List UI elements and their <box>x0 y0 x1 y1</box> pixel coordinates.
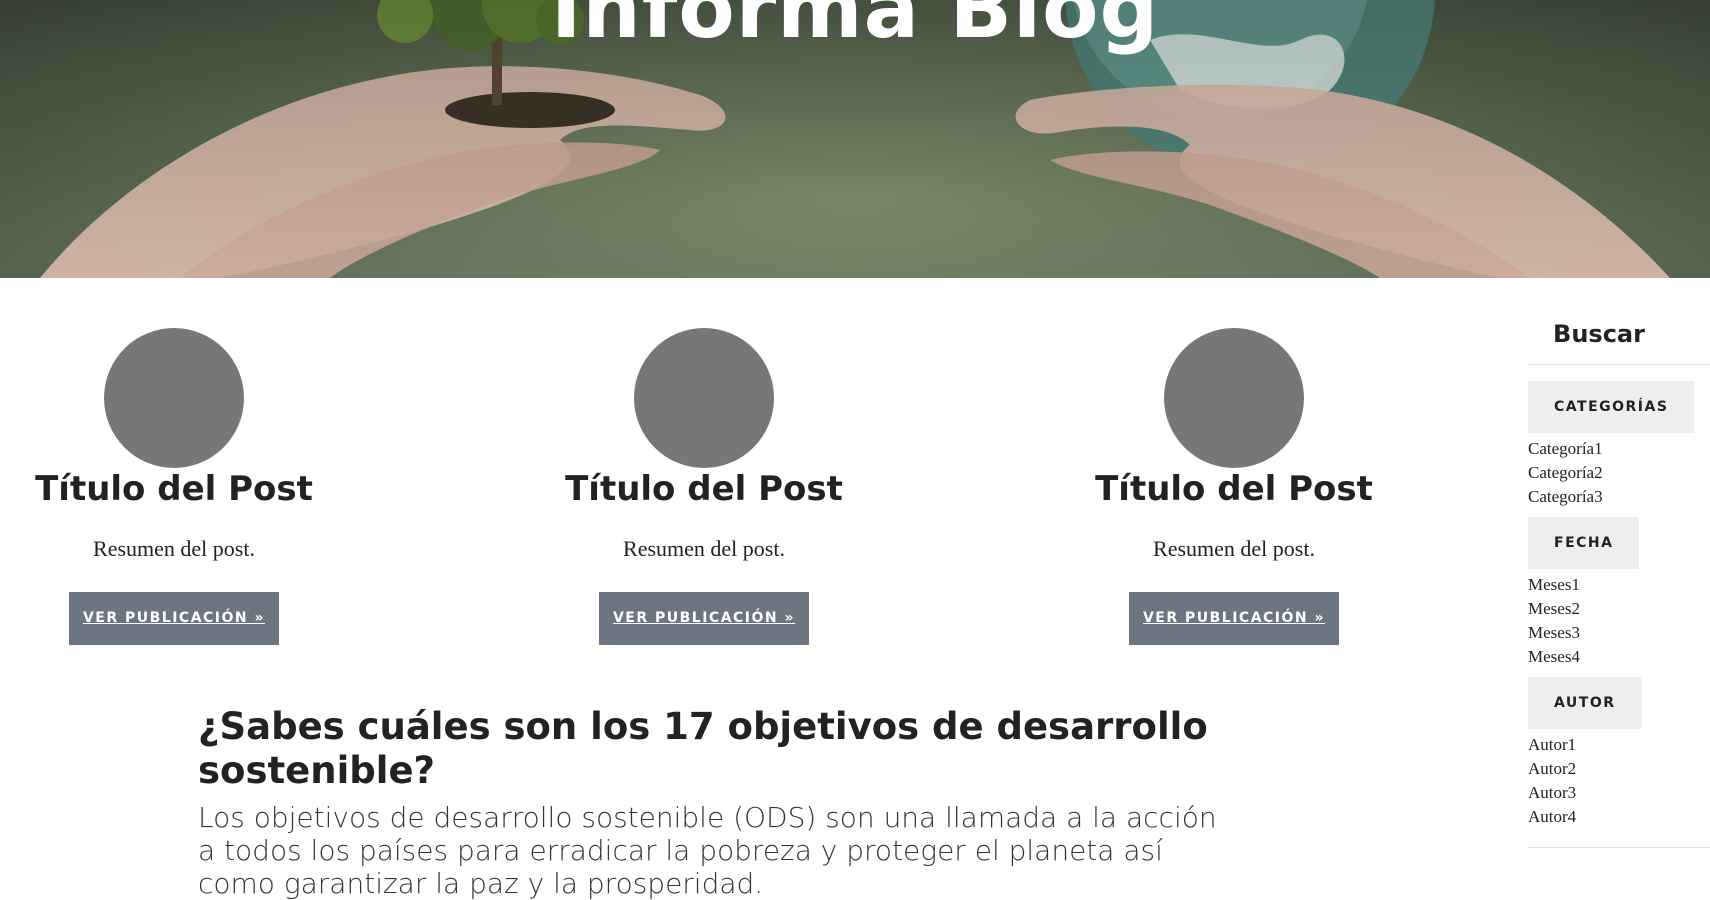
search-link[interactable]: Buscar <box>1528 320 1670 348</box>
month-link[interactable]: Meses1 <box>1528 573 1710 597</box>
month-link[interactable]: Meses2 <box>1528 597 1710 621</box>
sidebar-section-date: FECHA <box>1528 517 1640 569</box>
post-card: Título del Post Resumen del post. VER PU… <box>1084 328 1384 645</box>
author-link[interactable]: Autor2 <box>1528 757 1710 781</box>
category-link[interactable]: Categoría3 <box>1528 485 1710 509</box>
view-post-button[interactable]: VER PUBLICACIÓN » <box>599 592 809 645</box>
post-summary: Resumen del post. <box>1153 536 1315 561</box>
divider <box>1528 847 1710 848</box>
date-list: Meses1 Meses2 Meses3 Meses4 <box>1528 573 1710 669</box>
sidebar-section-author: AUTOR <box>1528 677 1642 729</box>
post-summary: Resumen del post. <box>623 536 785 561</box>
post-card: Título del Post Resumen del post. VER PU… <box>554 328 854 645</box>
author-link[interactable]: Autor4 <box>1528 805 1710 829</box>
post-card: Título del Post Resumen del post. VER PU… <box>24 328 324 645</box>
category-link[interactable]: Categoría2 <box>1528 461 1710 485</box>
post-thumbnail <box>1164 328 1304 468</box>
post-title: Título del Post <box>35 469 313 509</box>
divider <box>1528 364 1710 365</box>
article-heading: ¿Sabes cuáles son los 17 objetivos de de… <box>198 705 1208 792</box>
featured-article: ¿Sabes cuáles son los 17 objetivos de de… <box>198 705 1238 900</box>
view-post-button[interactable]: VER PUBLICACIÓN » <box>1129 592 1339 645</box>
post-title: Título del Post <box>565 469 843 509</box>
blog-title: Informa Blog <box>550 0 1160 57</box>
sidebar: Buscar CATEGORÍAS Categoría1 Categoría2 … <box>1528 320 1710 848</box>
author-list: Autor1 Autor2 Autor3 Autor4 <box>1528 733 1710 829</box>
category-link[interactable]: Categoría1 <box>1528 437 1710 461</box>
author-link[interactable]: Autor1 <box>1528 733 1710 757</box>
post-summary: Resumen del post. <box>93 536 255 561</box>
month-link[interactable]: Meses3 <box>1528 621 1710 645</box>
hero-banner: Informa Blog <box>0 0 1710 278</box>
article-body: Los objetivos de desarrollo sostenible (… <box>198 801 1217 900</box>
post-thumbnail <box>104 328 244 468</box>
post-title: Título del Post <box>1095 469 1373 509</box>
author-link[interactable]: Autor3 <box>1528 781 1710 805</box>
sidebar-section-categories: CATEGORÍAS <box>1528 381 1695 433</box>
post-thumbnail <box>634 328 774 468</box>
view-post-button[interactable]: VER PUBLICACIÓN » <box>69 592 279 645</box>
category-list: Categoría1 Categoría2 Categoría3 <box>1528 437 1710 509</box>
month-link[interactable]: Meses4 <box>1528 645 1710 669</box>
